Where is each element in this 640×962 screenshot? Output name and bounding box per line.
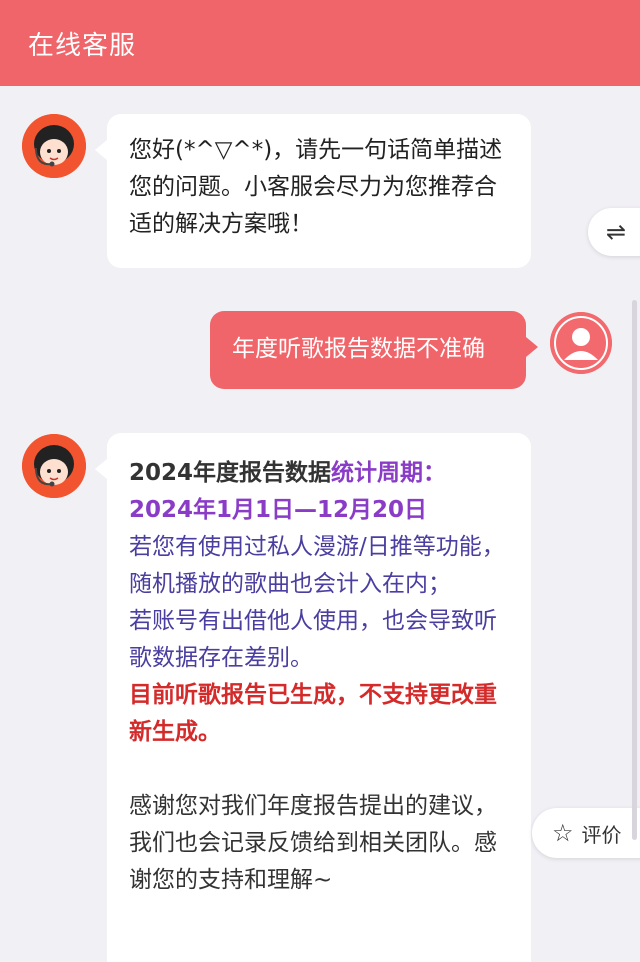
switch-arrows-icon: ⇌ xyxy=(606,218,627,246)
page-title: 在线客服 xyxy=(28,30,137,61)
rate-button[interactable]: ☆ 评价 xyxy=(532,808,640,858)
bot-message-report-info: 2024年度报告数据统计周期： 2024年1月1日—12月20日 若您有使用过私… xyxy=(95,433,531,962)
note-roaming: 若您有使用过私人漫游/日推等功能，随机播放的歌曲也会计入在内； xyxy=(129,534,505,597)
message-text: 年度听歌报告数据不准确 xyxy=(232,336,485,362)
switch-button[interactable]: ⇌ xyxy=(588,208,640,256)
message-text: 您好(*^▽^*)，请先一句话简单描述您的问题。小客服会尽力为您推荐合适的解决方… xyxy=(129,137,503,237)
thanks-text: 感谢您对我们年度报告提出的建议，我们也会记录反馈给到相关团队。感谢您的支持和理解… xyxy=(129,793,497,893)
period-range: 2024年1月1日—12月20日 xyxy=(129,497,428,523)
user-message: 年度听歌报告数据不准确 xyxy=(210,311,538,389)
bot-message-greeting: 您好(*^▽^*)，请先一句话简单描述您的问题。小客服会尽力为您推荐合适的解决方… xyxy=(95,114,531,268)
warning-text: 目前听歌报告已生成，不支持更改重新生成。 xyxy=(129,682,497,745)
period-label: 统计周期： xyxy=(331,460,447,486)
note-shared-account: 若账号有出借他人使用，也会导致听歌数据存在差别。 xyxy=(129,608,497,671)
user-avatar xyxy=(550,312,612,374)
scrollbar[interactable] xyxy=(632,300,637,840)
bot-avatar xyxy=(22,114,86,178)
rate-label: 评价 xyxy=(581,822,622,847)
report-lead: 2024年度报告数据 xyxy=(129,460,332,486)
header-bar: 在线客服 xyxy=(0,0,640,86)
star-icon: ☆ xyxy=(552,819,574,847)
bot-avatar xyxy=(22,434,86,498)
